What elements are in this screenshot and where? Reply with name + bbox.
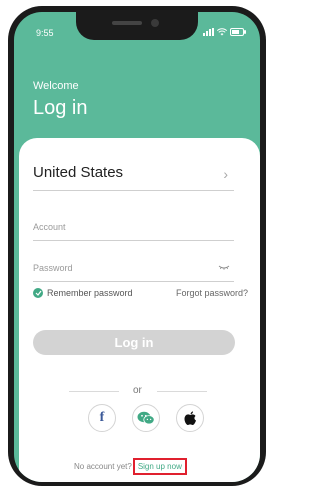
signup-row: No account yet? Sign up now xyxy=(74,458,187,475)
account-input[interactable] xyxy=(33,218,213,236)
divider-line-left xyxy=(69,391,119,392)
login-card: United States › Remember passw xyxy=(19,138,260,482)
login-button[interactable]: Log in xyxy=(33,330,235,355)
signup-link[interactable]: Sign up now xyxy=(132,458,187,475)
welcome-text: Welcome xyxy=(33,80,79,92)
app-screen: 9:55 Welcome Log in United States › Acco… xyxy=(14,12,260,482)
country-value: United States xyxy=(33,164,124,181)
page-title: Log in xyxy=(33,97,88,119)
password-input[interactable] xyxy=(33,259,213,277)
phone-frame: 9:55 Welcome Log in United States › Acco… xyxy=(0,0,266,486)
or-divider: or xyxy=(69,385,211,397)
check-circle-icon xyxy=(33,288,43,298)
notch xyxy=(76,12,198,40)
remember-password-toggle[interactable]: Remember password xyxy=(33,288,133,298)
battery-icon xyxy=(230,28,246,36)
facebook-icon: f xyxy=(99,410,105,425)
wifi-icon xyxy=(217,28,227,36)
divider-line-right xyxy=(157,391,207,392)
country-selector[interactable]: United States › xyxy=(33,164,234,191)
wechat-login-button[interactable] xyxy=(132,404,160,432)
status-icons xyxy=(203,28,246,36)
forgot-password-link[interactable]: Forgot password? xyxy=(176,288,248,298)
apple-login-button[interactable] xyxy=(176,404,204,432)
speaker xyxy=(112,21,142,25)
remember-password-label: Remember password xyxy=(47,288,133,298)
status-time: 9:55 xyxy=(36,28,54,38)
signal-icon xyxy=(203,28,214,36)
camera xyxy=(151,19,159,27)
facebook-login-button[interactable]: f xyxy=(88,404,116,432)
account-field-row xyxy=(33,218,234,241)
eye-closed-icon[interactable] xyxy=(218,265,230,270)
password-field-row xyxy=(33,259,234,282)
signup-prompt: No account yet? xyxy=(74,462,132,471)
or-text: or xyxy=(133,385,142,396)
chevron-right-icon: › xyxy=(223,166,228,182)
wechat-icon xyxy=(137,411,155,425)
apple-icon xyxy=(184,410,196,425)
